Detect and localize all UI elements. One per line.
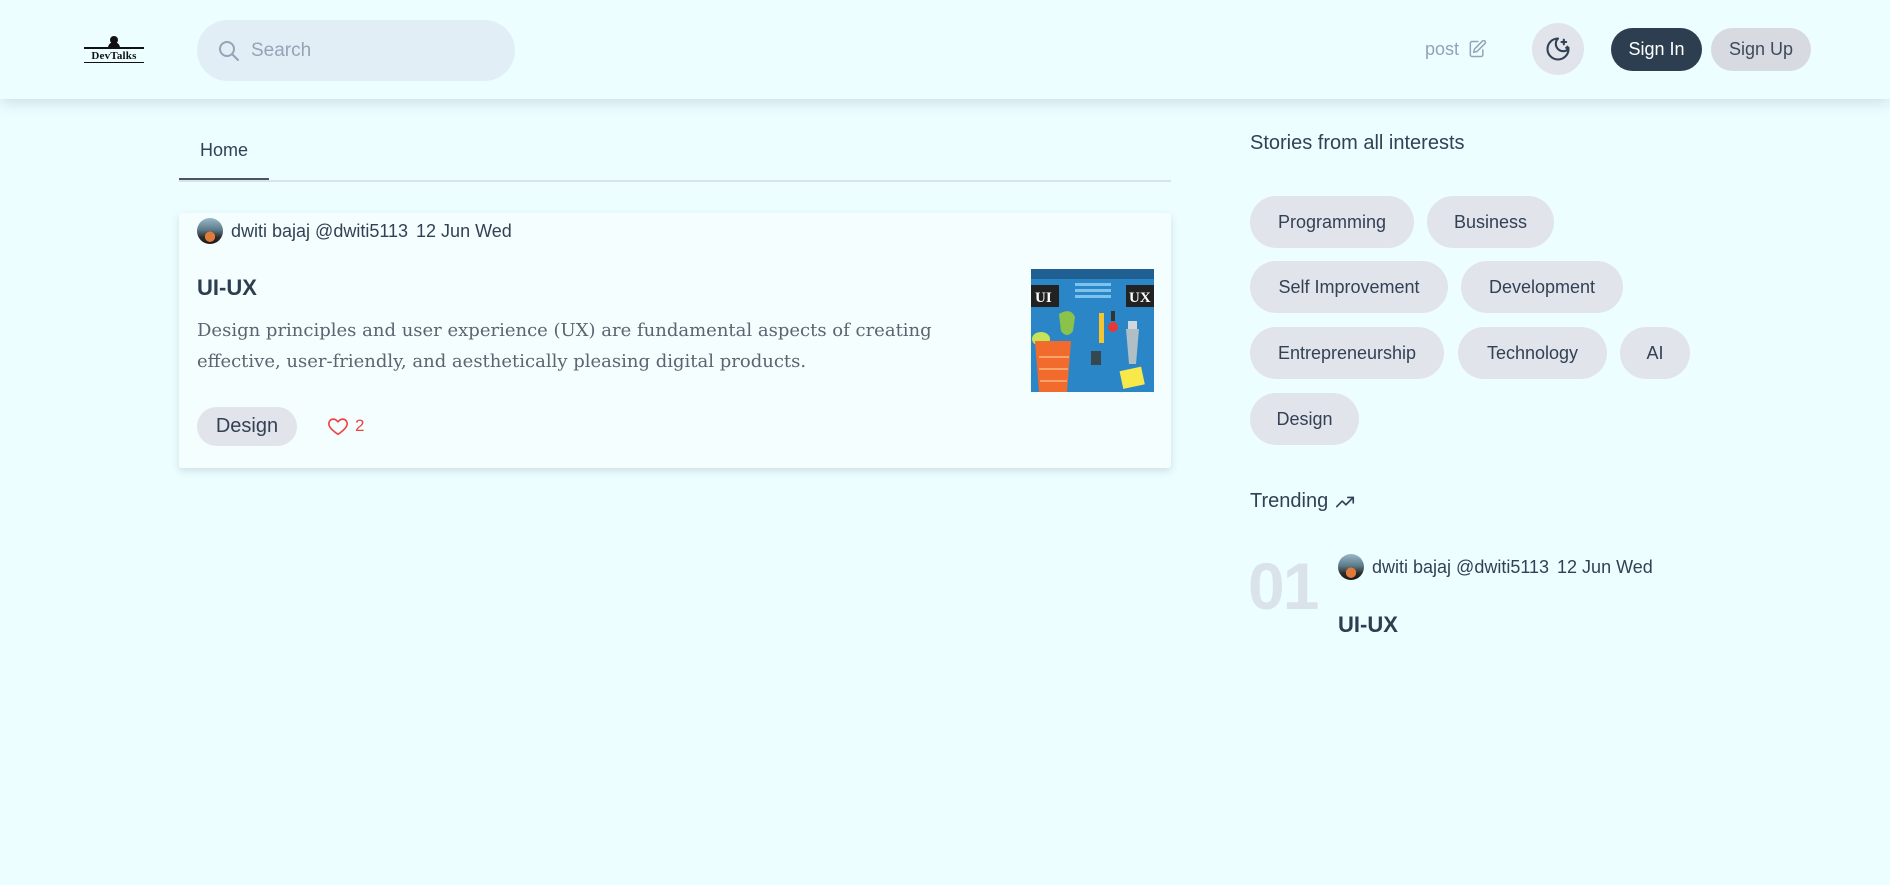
like-button[interactable]: 2 — [327, 413, 364, 439]
trending-post-title[interactable]: UI-UX — [1338, 612, 1398, 638]
avatar[interactable] — [1338, 554, 1364, 580]
post-description: Design principles and user experience (U… — [197, 320, 932, 372]
trending-author[interactable]: dwiti bajaj @dwiti5113 — [1372, 557, 1549, 578]
post-author[interactable]: dwiti bajaj @dwiti5113 — [231, 221, 408, 242]
devtalks-logo[interactable]: DevTalks — [82, 36, 146, 66]
interest-chip-technology[interactable]: Technology — [1458, 327, 1607, 379]
top-navbar: DevTalks post Sign In Sign Up — [0, 0, 1890, 99]
trending-label: Trending — [1250, 490, 1329, 512]
post-card[interactable]: dwiti bajaj @dwiti5113 12 Jun Wed UI-UX … — [179, 213, 1171, 468]
post-title[interactable]: UI-UX — [197, 275, 257, 301]
moon-stars-icon — [1546, 37, 1570, 61]
thumbnail-ui-label: UI — [1035, 290, 1052, 306]
like-count: 2 — [355, 416, 365, 435]
trending-heading: Trending — [1250, 490, 1356, 513]
interests-heading: Stories from all interests — [1250, 132, 1465, 154]
ui-ux-illustration: UI UX — [1031, 269, 1154, 392]
trending-up-icon — [1336, 496, 1355, 507]
thumbnail-ux-label: UX — [1129, 290, 1151, 306]
trending-meta: dwiti bajaj @dwiti5113 12 Jun Wed — [1338, 553, 1653, 581]
interest-chip-self-improvement[interactable]: Self Improvement — [1250, 261, 1448, 313]
interest-chip-development[interactable]: Development — [1461, 261, 1623, 313]
post-label: post — [1425, 38, 1460, 59]
sign-in-button[interactable]: Sign In — [1611, 28, 1702, 71]
tab-home[interactable]: Home — [179, 122, 269, 180]
search-icon — [219, 41, 239, 61]
interest-chip-programming[interactable]: Programming — [1250, 196, 1414, 248]
post-date: 12 Jun Wed — [416, 220, 512, 241]
feed-tabs: Home — [179, 122, 1171, 182]
interest-chip-design[interactable]: Design — [1250, 393, 1359, 445]
interest-chip-ai[interactable]: AI — [1620, 327, 1690, 379]
heart-icon — [328, 418, 348, 436]
post-thumbnail[interactable]: UI UX — [1031, 269, 1154, 392]
sign-up-button[interactable]: Sign Up — [1711, 28, 1811, 71]
post-link[interactable]: post — [1425, 36, 1487, 62]
interest-chip-entrepreneurship[interactable]: Entrepreneurship — [1250, 327, 1444, 379]
logo-text: DevTalks — [91, 50, 137, 62]
trending-rank: 01 — [1248, 549, 1319, 623]
trending-date: 12 Jun Wed — [1557, 556, 1653, 577]
theme-toggle-button[interactable] — [1532, 23, 1584, 75]
search-box[interactable] — [197, 20, 515, 81]
edit-icon — [1469, 39, 1487, 58]
interest-chip-business[interactable]: Business — [1427, 196, 1554, 248]
post-meta: dwiti bajaj @dwiti5113 12 Jun Wed — [197, 215, 512, 247]
search-input[interactable] — [249, 33, 493, 69]
post-tag-design[interactable]: Design — [197, 407, 297, 446]
avatar[interactable] — [197, 218, 223, 244]
